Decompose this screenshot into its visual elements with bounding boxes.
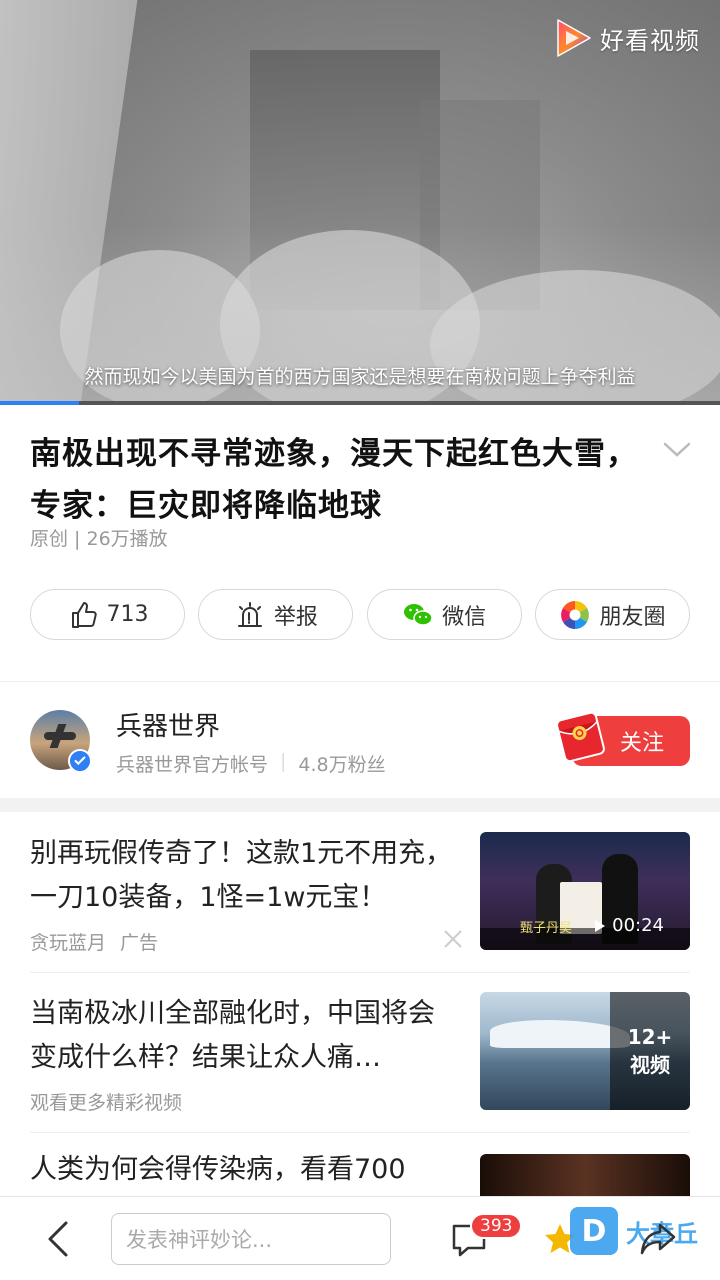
- author-info: 兵器世界官方帐号 | 4.8万粉丝: [116, 750, 386, 777]
- video-player[interactable]: 好看视频 然而现如今以美国为首的西方国家还是想要在南极问题上争夺利益: [0, 0, 720, 405]
- verified-badge-icon: [68, 749, 92, 773]
- action-row: 713 举报 微信 朋友圈: [30, 589, 690, 640]
- thumb-caption: 甄子丹吴: [520, 921, 573, 936]
- video-count: 12+: [627, 1025, 673, 1049]
- divider: [30, 1132, 690, 1133]
- feed-sub: 贪玩蓝月 广告: [30, 928, 158, 955]
- play-logo-icon: [557, 19, 591, 57]
- feed-source: 观看更多精彩视频: [30, 1092, 183, 1114]
- wechat-label: 微信: [442, 604, 487, 630]
- brand-name: 好看视频: [600, 26, 700, 55]
- report-label: 举报: [273, 604, 318, 630]
- divider: [0, 681, 720, 682]
- back-arrow-icon[interactable]: [40, 1219, 76, 1259]
- like-count: 713: [106, 602, 149, 627]
- video-thumbnail[interactable]: 12+ 视频: [480, 992, 690, 1110]
- ad-tag: 广告: [120, 932, 159, 954]
- duration-text: 00:24: [612, 915, 664, 936]
- moments-icon: [561, 600, 590, 629]
- feed-title: 别再玩假传奇了！这款1元不用充，一刀10装备，1怪=1w元宝！: [30, 838, 453, 913]
- video-duration: 00:24: [594, 915, 664, 936]
- wechat-icon: [404, 603, 433, 626]
- follow-label: 关注: [619, 731, 664, 756]
- brand-logo: 好看视频: [554, 18, 700, 58]
- video-thumbnail[interactable]: 甄子丹吴 00:24: [480, 832, 690, 950]
- comment-input[interactable]: 发表神评妙论...: [111, 1213, 391, 1265]
- share-moments-button[interactable]: 朋友圈: [534, 589, 690, 640]
- moments-label: 朋友圈: [599, 604, 666, 630]
- share-icon[interactable]: [638, 1219, 678, 1259]
- like-button[interactable]: 713: [30, 589, 185, 640]
- watermark-logo: D 大章丘: [570, 1207, 698, 1255]
- share-wechat-button[interactable]: 微信: [366, 589, 522, 640]
- comment-placeholder: 发表神评妙论...: [126, 1228, 273, 1252]
- feed-source: 贪玩蓝月: [30, 932, 107, 954]
- video-count-label: 视频: [630, 1053, 670, 1077]
- video-thumbnail[interactable]: [480, 1154, 690, 1196]
- watermark-letter: D: [570, 1207, 618, 1255]
- play-icon: [595, 919, 606, 932]
- video-progress-fill: [0, 401, 80, 405]
- feed-title: 人类为何会得传染病，看看700: [30, 1154, 406, 1185]
- video-progress-bar[interactable]: [0, 401, 720, 405]
- list-item[interactable]: 人类为何会得传染病，看看700: [30, 1148, 690, 1196]
- author-fans: 4.8万粉丝: [298, 754, 386, 776]
- bottom-bar: 发表神评妙论... 393 D 大章丘: [0, 1196, 720, 1280]
- thumb-glacier: [490, 1020, 630, 1048]
- video-subtitle: 然而现如今以美国为首的西方国家还是想要在南极问题上争夺利益: [84, 366, 636, 388]
- section-gap: [0, 798, 720, 812]
- feed-title: 当南极冰川全部融化时，中国将会变成什么样？结果让众人痛…: [30, 998, 435, 1073]
- video-count-overlay: 12+ 视频: [610, 992, 690, 1110]
- list-item[interactable]: 当南极冰川全部融化时，中国将会变成什么样？结果让众人痛… 观看更多精彩视频 12…: [30, 992, 690, 1115]
- comment-count-badge: 393: [470, 1213, 523, 1239]
- chevron-down-icon[interactable]: [660, 432, 694, 466]
- video-meta: 原创 | 26万播放: [30, 528, 168, 550]
- video-title: 南极出现不寻常迹象，漫天下起红色大雪，专家：巨灾即将降临地球: [30, 436, 638, 524]
- feed-sub: 观看更多精彩视频: [30, 1088, 182, 1115]
- divider: [30, 972, 690, 973]
- report-button[interactable]: 举报: [198, 589, 354, 640]
- author-description: 兵器世界官方帐号: [116, 754, 269, 776]
- list-item[interactable]: 别再玩假传奇了！这款1元不用充，一刀10装备，1怪=1w元宝！ 贪玩蓝月 广告 …: [30, 832, 690, 955]
- info-separator: |: [280, 750, 287, 772]
- thumbs-up-icon: [71, 601, 97, 628]
- author-name[interactable]: 兵器世界: [116, 706, 220, 743]
- alarm-icon: [237, 601, 262, 627]
- close-icon[interactable]: [442, 928, 464, 950]
- red-envelope-icon[interactable]: [552, 706, 608, 764]
